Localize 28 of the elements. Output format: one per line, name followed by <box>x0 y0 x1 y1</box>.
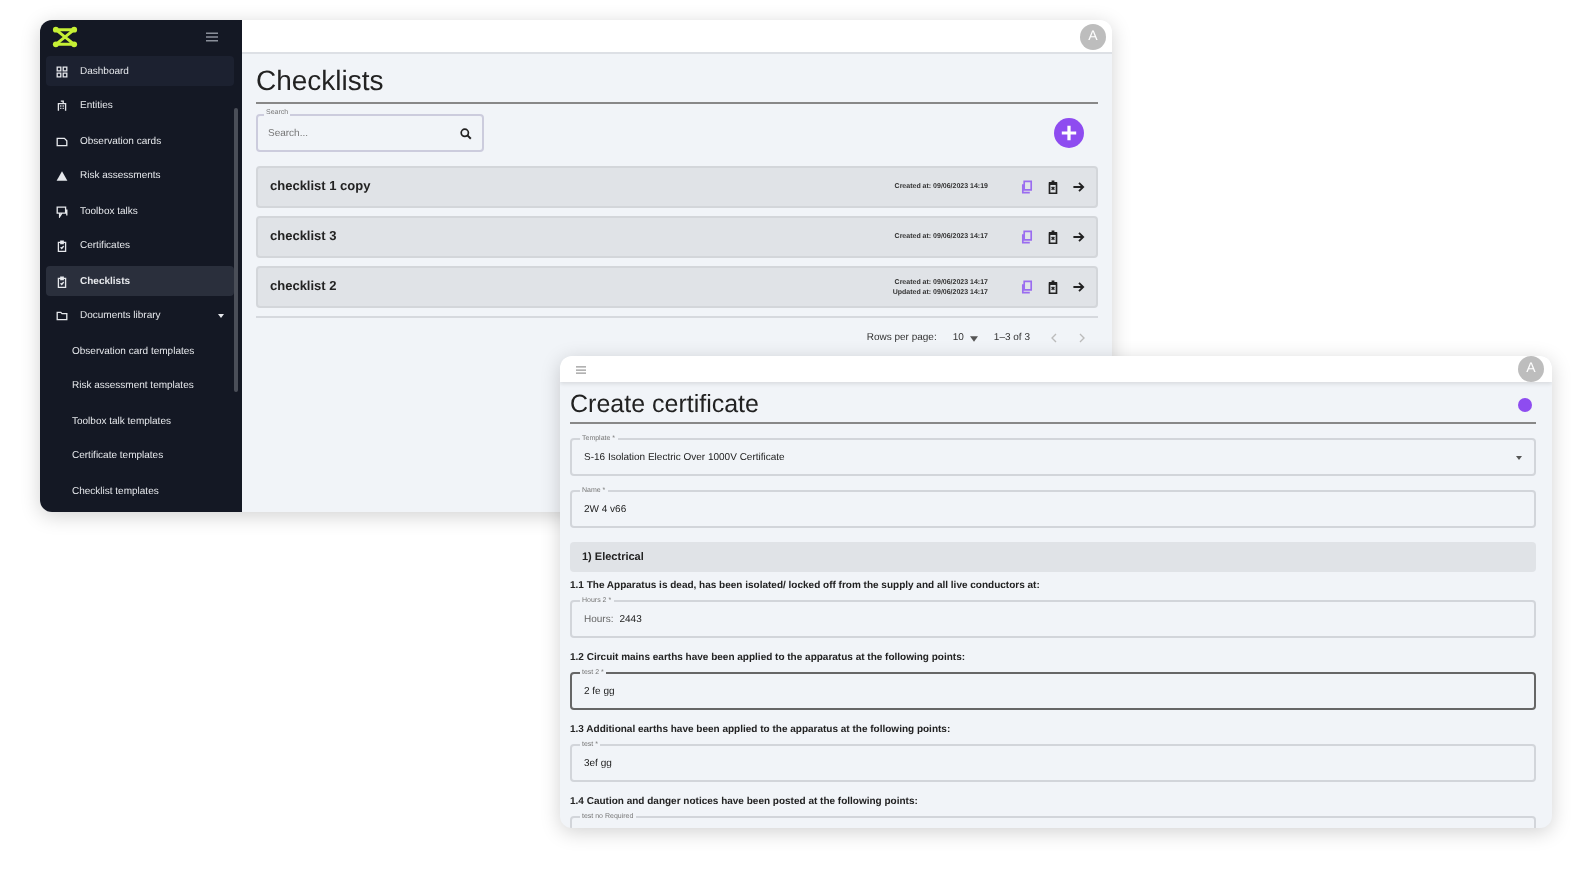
trash-icon[interactable] <box>1046 180 1060 194</box>
sidebar-icon <box>56 240 68 252</box>
sidebar-icon <box>56 65 68 77</box>
scrollbar[interactable] <box>234 108 238 392</box>
copy-icon[interactable] <box>1020 280 1034 294</box>
search-icon <box>460 127 472 139</box>
caret-icon <box>1516 455 1522 459</box>
plus-icon <box>1060 124 1078 142</box>
sidebar-icon <box>56 275 68 287</box>
sidebar-icon <box>56 205 68 217</box>
page-title: Create certificate <box>570 390 759 418</box>
copy-icon[interactable] <box>1020 230 1034 244</box>
status-dot <box>1518 397 1532 411</box>
trash-icon[interactable] <box>1046 280 1060 294</box>
sidebar-icon <box>56 310 68 322</box>
sidebar-icon <box>56 135 68 147</box>
trash-icon[interactable] <box>1046 230 1060 244</box>
arrow-right-icon[interactable] <box>1072 230 1086 244</box>
arrow-right-icon[interactable] <box>1072 180 1086 194</box>
sidebar-icon <box>56 100 68 112</box>
page-title: Checklists <box>256 64 1098 104</box>
copy-icon[interactable] <box>1020 180 1034 194</box>
caret-icon <box>969 335 978 341</box>
sidebar-icon <box>56 170 68 182</box>
add-button[interactable] <box>1054 118 1084 148</box>
logo-icon <box>52 26 78 48</box>
menu-icon[interactable] <box>206 32 218 42</box>
arrow-right-icon[interactable] <box>1072 280 1086 294</box>
